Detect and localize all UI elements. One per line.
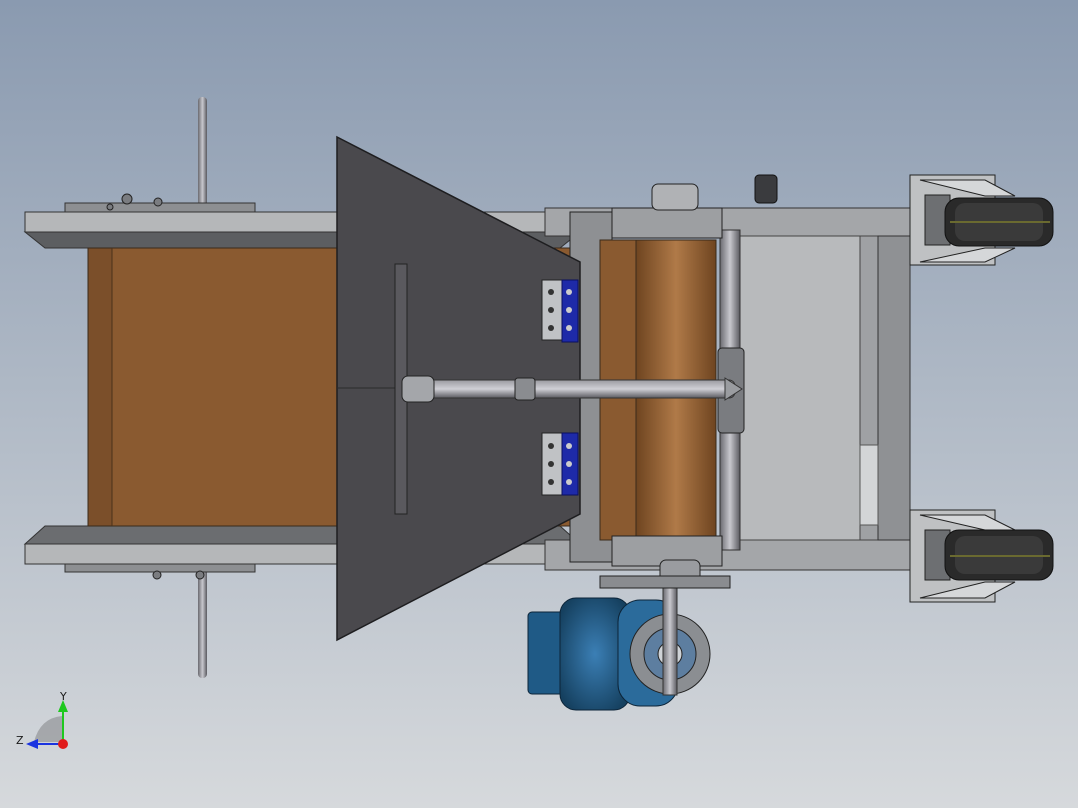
hinge-bottom — [541, 432, 579, 496]
x-axis-dot — [58, 739, 68, 749]
cad-viewport[interactable]: Y Z — [0, 0, 1078, 808]
bearing-clamp-top — [754, 174, 778, 204]
z-axis-label: Z — [16, 734, 24, 747]
guide-rod-bottom — [198, 568, 207, 678]
tension-rod — [401, 375, 743, 403]
y-axis-label: Y — [59, 690, 67, 703]
hinge-top — [541, 279, 579, 343]
guide-rod-top — [198, 97, 207, 207]
conveyor-assembly-drawing[interactable]: Y Z — [0, 0, 1078, 808]
